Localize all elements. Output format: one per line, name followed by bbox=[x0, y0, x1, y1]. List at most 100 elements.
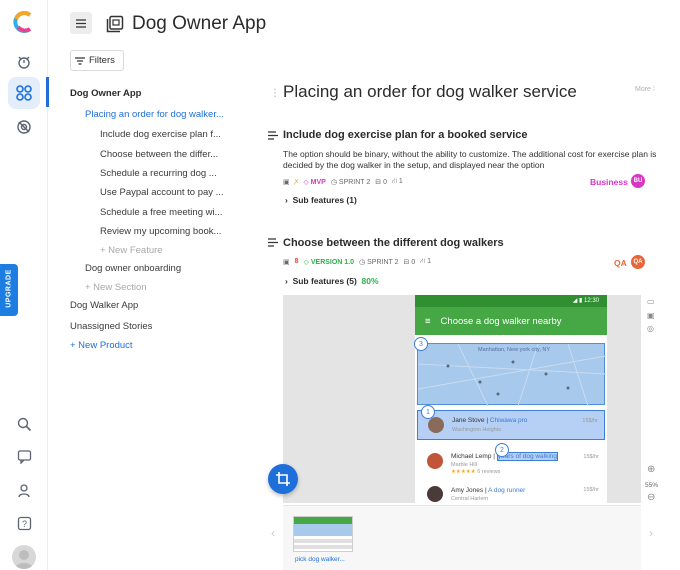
phone-map: Manhattan, New york city, NY bbox=[417, 343, 607, 407]
mockup-thumbnail[interactable] bbox=[293, 516, 353, 552]
comments-count[interactable]: ⊟ 0 bbox=[404, 258, 416, 266]
person-icon: ꭗ bbox=[294, 178, 299, 185]
viewer-tool-icon[interactable]: ▣ bbox=[647, 311, 655, 320]
tree-feature[interactable]: Schedule a free meeting wi... bbox=[100, 207, 223, 218]
team-avatar[interactable]: QA bbox=[631, 255, 645, 269]
tree-product[interactable]: Dog Walker App bbox=[70, 300, 138, 311]
chat-icon[interactable] bbox=[12, 444, 36, 468]
comments-count[interactable]: ⊟ 0 bbox=[375, 178, 387, 186]
sprint-badge[interactable]: ◷ SPRINT 2 bbox=[331, 178, 370, 186]
zoom-in-icon[interactable]: ⊕ bbox=[647, 464, 655, 475]
hotspot-callout[interactable]: 2 bbox=[495, 443, 509, 457]
walker-area: Washington Heights bbox=[452, 427, 502, 433]
mockup-viewer[interactable]: ‹ ◢ ▮ 12:30 ≡ Choose a dog walker nearby… bbox=[283, 295, 641, 503]
zoom-level: 55% bbox=[645, 482, 659, 489]
comments-value: 0 bbox=[411, 258, 416, 266]
menu-button[interactable] bbox=[70, 12, 92, 34]
filter-icon bbox=[75, 56, 85, 65]
tree-unassigned[interactable]: Unassigned Stories bbox=[70, 321, 152, 332]
feature-title[interactable]: Choose between the different dog walkers bbox=[283, 237, 504, 249]
eye-icon[interactable]: ◎ bbox=[647, 324, 654, 333]
sprint-badge[interactable]: ◷ SPRINT 2 bbox=[359, 258, 398, 266]
walker-avatar bbox=[427, 486, 443, 502]
feature-list-icon bbox=[268, 131, 278, 140]
score-value: 8 bbox=[294, 258, 299, 265]
links-value: 1 bbox=[398, 178, 403, 185]
tree-feature[interactable]: Choose between the differ... bbox=[100, 149, 218, 160]
upgrade-label: UPGRADE bbox=[5, 269, 13, 308]
comments-value: 0 bbox=[383, 178, 388, 186]
zoom-out-icon[interactable]: ⊖ bbox=[647, 492, 655, 503]
release-badge[interactable]: ◇ VERSION 1.0 bbox=[304, 258, 355, 266]
user-avatar[interactable] bbox=[12, 545, 36, 569]
app-logo-icon[interactable] bbox=[12, 10, 36, 34]
tree-feature[interactable]: Include dog exercise plan f... bbox=[100, 129, 221, 140]
hotspot-callout[interactable]: 1 bbox=[421, 405, 435, 419]
filters-label: Filters bbox=[89, 55, 115, 66]
subfeatures-label: Sub features (5) bbox=[292, 276, 357, 286]
next-thumb-icon[interactable]: › bbox=[649, 526, 653, 540]
epic-title: Placing an order for dog walker service bbox=[283, 82, 577, 101]
release-badge[interactable]: ◇ MVP bbox=[303, 178, 326, 186]
walker-name: Jane Stove bbox=[452, 417, 485, 424]
links-count[interactable]: ⛙ 1 bbox=[392, 177, 403, 186]
walker-list-item: Amy Jones | A dog runner Central Harlem … bbox=[417, 483, 605, 503]
subfeatures-toggle[interactable]: › Sub features (1) bbox=[285, 195, 357, 205]
sprint-label: SPRINT 2 bbox=[367, 258, 399, 266]
tree-feature[interactable]: Use Paypal account to pay ... bbox=[100, 187, 224, 198]
feature-meta: ▣ 8 ◇ VERSION 1.0 ◷ SPRINT 2 ⊟ 0 ⛙ 1 bbox=[283, 257, 431, 266]
phone-mockup: ◢ ▮ 12:30 ≡ Choose a dog walker nearby M… bbox=[415, 295, 607, 503]
product-icon bbox=[106, 15, 124, 33]
add-user-icon[interactable] bbox=[12, 478, 36, 502]
walker-price: 15$/hr bbox=[582, 418, 598, 424]
walker-area: Marble Hill bbox=[451, 462, 477, 468]
crop-icon bbox=[276, 472, 290, 486]
prev-thumb-icon[interactable]: ‹ bbox=[271, 526, 275, 540]
team-avatar[interactable]: BU bbox=[631, 174, 645, 188]
viewer-tool-icon[interactable]: ▭ bbox=[647, 297, 655, 306]
annotate-fab[interactable] bbox=[268, 464, 298, 494]
products-icon[interactable] bbox=[8, 77, 40, 109]
phone-app-title: Choose a dog walker nearby bbox=[440, 315, 562, 327]
tree-epic-active[interactable]: Placing an order for dog walker... bbox=[85, 109, 224, 120]
new-product-button[interactable]: + New Product bbox=[70, 340, 133, 351]
phone-app-bar: ≡ Choose a dog walker nearby bbox=[415, 307, 607, 335]
hotspot-callout[interactable]: 3 bbox=[414, 337, 428, 351]
walker-price: 15$/hr bbox=[583, 454, 599, 460]
feature-title[interactable]: Include dog exercise plan for a booked s… bbox=[283, 129, 528, 141]
feature-list-icon bbox=[268, 238, 278, 247]
team-tag[interactable]: Business bbox=[590, 177, 628, 187]
tree-feature[interactable]: Schedule a recurring dog ... bbox=[100, 168, 217, 179]
more-menu[interactable]: More ⁞ bbox=[635, 86, 655, 93]
team-tag[interactable]: QA bbox=[614, 258, 627, 268]
new-section-button[interactable]: + New Section bbox=[85, 282, 147, 293]
page-title: Dog Owner App bbox=[132, 13, 267, 34]
tree-feature[interactable]: Review my upcoming book... bbox=[100, 226, 221, 237]
tree-product[interactable]: Dog Owner App bbox=[70, 88, 141, 99]
walker-name: Michael Lemp bbox=[451, 453, 492, 460]
map-location: Manhattan, New york city, NY bbox=[478, 347, 551, 353]
help-icon[interactable]: ? bbox=[12, 511, 36, 535]
upgrade-button[interactable]: UPGRADE bbox=[0, 264, 18, 316]
status-icon: ▣ bbox=[283, 178, 290, 186]
goals-icon[interactable] bbox=[12, 50, 36, 74]
thumbnail-label[interactable]: pick dog walker... bbox=[295, 556, 345, 563]
filters-button[interactable]: Filters bbox=[70, 50, 124, 71]
walker-name: Amy Jones bbox=[451, 487, 484, 494]
feature-description: The option should be binary, without the… bbox=[283, 149, 657, 170]
walker-role: Chiwawa pro bbox=[489, 417, 528, 424]
feature-meta: ▣ ꭗ ◇ MVP ◷ SPRINT 2 ⊟ 0 ⛙ 1 bbox=[283, 177, 403, 186]
search-icon[interactable] bbox=[12, 412, 36, 436]
phone-status-bar: ◢ ▮ 12:30 bbox=[415, 295, 607, 307]
subfeatures-toggle[interactable]: › Sub features (5) 80% bbox=[285, 276, 379, 286]
phone-time: 12:30 bbox=[583, 298, 599, 304]
sprint-label: SPRINT 2 bbox=[338, 178, 371, 186]
drag-handle-icon[interactable]: ⋮ bbox=[270, 88, 280, 99]
new-feature-button[interactable]: + New Feature bbox=[100, 245, 163, 256]
integrations-icon[interactable] bbox=[12, 115, 36, 139]
walker-list-item: Jane Stove | Chiwawa pro Washington Heig… bbox=[417, 410, 605, 440]
links-count[interactable]: ⛙ 1 bbox=[420, 257, 431, 266]
active-indicator bbox=[46, 77, 49, 107]
tree-epic[interactable]: Dog owner onboarding bbox=[85, 263, 181, 274]
walker-reviews: 6 reviews bbox=[477, 469, 501, 475]
